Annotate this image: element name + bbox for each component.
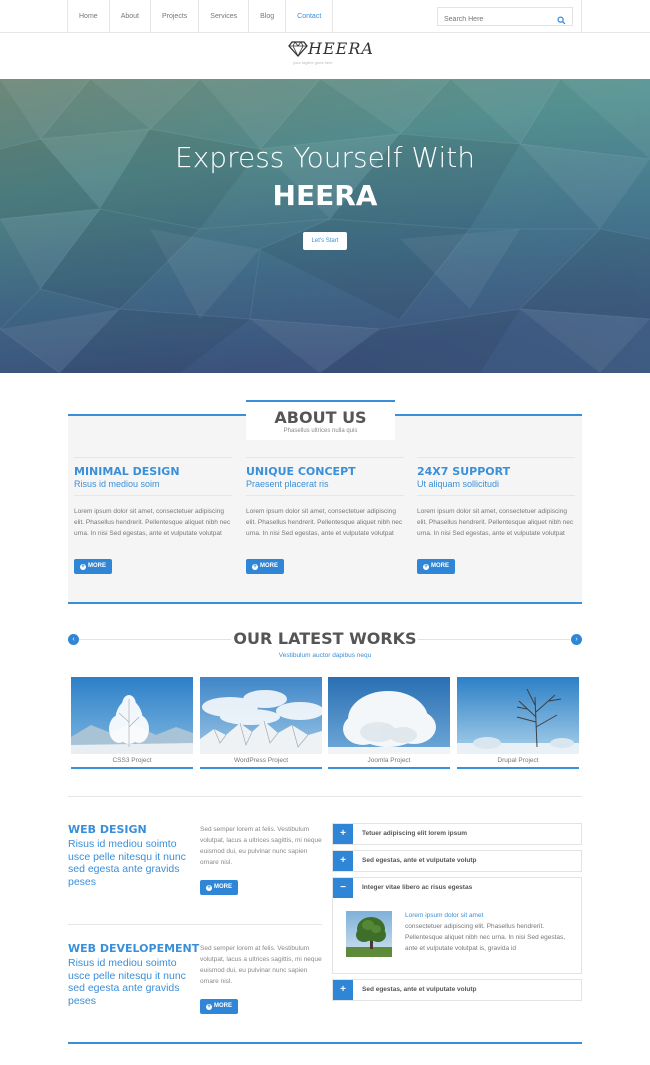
- work-label: Joomla Project: [367, 757, 411, 764]
- hero-banner: Express Yourself With HEERA Let's Start: [0, 79, 650, 373]
- minus-icon[interactable]: −: [333, 878, 353, 898]
- accordion-label[interactable]: Tetuer adipiscing elit lorem ipsum: [362, 824, 467, 844]
- accordion-label[interactable]: Sed egestas, ante et vulputate volutp: [362, 980, 477, 1000]
- hero-background: [0, 79, 650, 373]
- feature-body: Lorem ipsum dolor sit amet, consectetuer…: [74, 508, 231, 537]
- feature-body: Lorem ipsum dolor sit amet, consectetuer…: [417, 508, 574, 537]
- search-icon[interactable]: [557, 12, 566, 25]
- search-box: [437, 7, 573, 28]
- feature-subtitle: Praesent placerat ris: [246, 479, 329, 489]
- about-title: ABOUT US: [274, 408, 367, 427]
- plus-circle-icon: +: [252, 564, 258, 570]
- work-thumbnail[interactable]: [200, 677, 322, 754]
- plus-circle-icon: +: [206, 1004, 212, 1010]
- service-divider: [68, 924, 322, 925]
- accordion-label[interactable]: Sed egestas, ante et vulputate volutp: [362, 851, 477, 871]
- feature-title: MINIMAL DESIGN: [74, 465, 180, 478]
- work-label: WordPress Project: [233, 757, 289, 764]
- feature-subtitle: Ut aliquam sollicitudi: [417, 479, 500, 489]
- accordion-item[interactable]: + Sed egestas, ante et vulputate volutp: [332, 979, 582, 1001]
- work-item[interactable]: CSS3 Project: [71, 677, 193, 769]
- site-logo[interactable]: HEERA your tagline goes here: [288, 39, 373, 69]
- section-divider: [68, 796, 582, 797]
- accordion-panel: Lorem ipsum dolor sit amet consectetuer …: [332, 898, 582, 974]
- feature-title: UNIQUE CONCEPT: [246, 465, 356, 478]
- service-subtitle: Risus id mediou soimto usce pelle nitesq…: [68, 838, 186, 888]
- plus-circle-icon: +: [423, 564, 429, 570]
- logo-tagline: your tagline goes here: [293, 60, 333, 65]
- service-subtitle: Risus id mediou soimto usce pelle nitesq…: [68, 957, 186, 1007]
- works-subtitle: Vestibulum auctor dapibus nequ: [278, 652, 372, 659]
- work-item[interactable]: Joomla Project: [328, 677, 450, 769]
- nav-item-services[interactable]: Services: [199, 0, 250, 33]
- hero-brand-heading: HEERA: [272, 179, 378, 212]
- service-title: WEB DESIGN: [68, 823, 147, 836]
- nav-item-about[interactable]: About: [110, 0, 151, 33]
- nav-item-home[interactable]: Home: [68, 0, 110, 33]
- top-navbar: Home About Projects Services Blog Contac…: [0, 0, 650, 33]
- accordion-label[interactable]: Integer vitae libero ac risus egestas: [362, 878, 472, 898]
- work-item[interactable]: Drupal Project: [457, 677, 579, 769]
- plus-icon[interactable]: +: [333, 851, 353, 871]
- lets-start-button[interactable]: Let's Start: [303, 232, 347, 250]
- work-thumbnail[interactable]: [71, 677, 193, 754]
- plus-icon[interactable]: +: [333, 824, 353, 844]
- feature-card: MINIMAL DESIGN Risus id mediou soim Lore…: [74, 457, 232, 539]
- diamond-icon: [288, 41, 308, 62]
- accordion-item-expanded[interactable]: − Integer vitae libero ac risus egestas: [332, 877, 582, 899]
- more-button[interactable]: + MORE: [417, 559, 455, 574]
- work-label: Drupal Project: [497, 757, 539, 764]
- work-thumbnail[interactable]: [328, 677, 450, 754]
- work-thumbnail[interactable]: [457, 677, 579, 754]
- footer-divider: [68, 1042, 582, 1044]
- panel-title[interactable]: Lorem ipsum dolor sit amet: [405, 912, 483, 919]
- more-button[interactable]: + MORE: [200, 880, 238, 895]
- more-button[interactable]: + MORE: [74, 559, 112, 574]
- more-button[interactable]: + MORE: [200, 999, 238, 1014]
- nav-item-blog[interactable]: Blog: [249, 0, 287, 33]
- service-body: Sed semper lorem at felis. Vestibulum vo…: [200, 826, 322, 866]
- works-title: OUR LATEST WORKS: [233, 629, 417, 648]
- about-subtitle: Phasellus ultrices nulla quis: [283, 428, 358, 434]
- tree-image: [346, 911, 392, 957]
- plus-circle-icon: +: [80, 564, 86, 570]
- work-label: CSS3 Project: [112, 757, 152, 764]
- plus-circle-icon: +: [206, 885, 212, 891]
- hero-heading: Express Yourself With: [175, 141, 475, 174]
- feature-card: UNIQUE CONCEPT Praesent placerat ris Lor…: [246, 457, 404, 539]
- service-body: Sed semper lorem at felis. Vestibulum vo…: [200, 945, 322, 985]
- feature-body: Lorem ipsum dolor sit amet, consectetuer…: [246, 508, 403, 537]
- work-item[interactable]: WordPress Project: [200, 677, 322, 769]
- feature-card: 24X7 SUPPORT Ut aliquam sollicitudi Lore…: [417, 457, 575, 539]
- more-button[interactable]: + MORE: [246, 559, 284, 574]
- nav-item-projects[interactable]: Projects: [151, 0, 200, 33]
- accordion-item[interactable]: + Tetuer adipiscing elit lorem ipsum: [332, 823, 582, 845]
- nav-divider: [581, 0, 582, 33]
- search-input[interactable]: [438, 11, 548, 28]
- panel-text: consectetuer adipiscing elit. Phasellus …: [405, 923, 566, 952]
- nav-item-contact[interactable]: Contact: [286, 0, 334, 33]
- nav-menu: Home About Projects Services Blog Contac…: [67, 0, 334, 33]
- feature-subtitle: Risus id mediou soim: [74, 479, 160, 489]
- about-heading-tab: ABOUT US Phasellus ultrices nulla quis: [246, 400, 395, 440]
- logo-text: HEERA: [308, 39, 374, 58]
- plus-icon[interactable]: +: [333, 980, 353, 1000]
- service-title: WEB DEVELOPEMENT: [68, 942, 200, 955]
- accordion-item[interactable]: + Sed egestas, ante et vulputate volutp: [332, 850, 582, 872]
- feature-title: 24X7 SUPPORT: [417, 465, 511, 478]
